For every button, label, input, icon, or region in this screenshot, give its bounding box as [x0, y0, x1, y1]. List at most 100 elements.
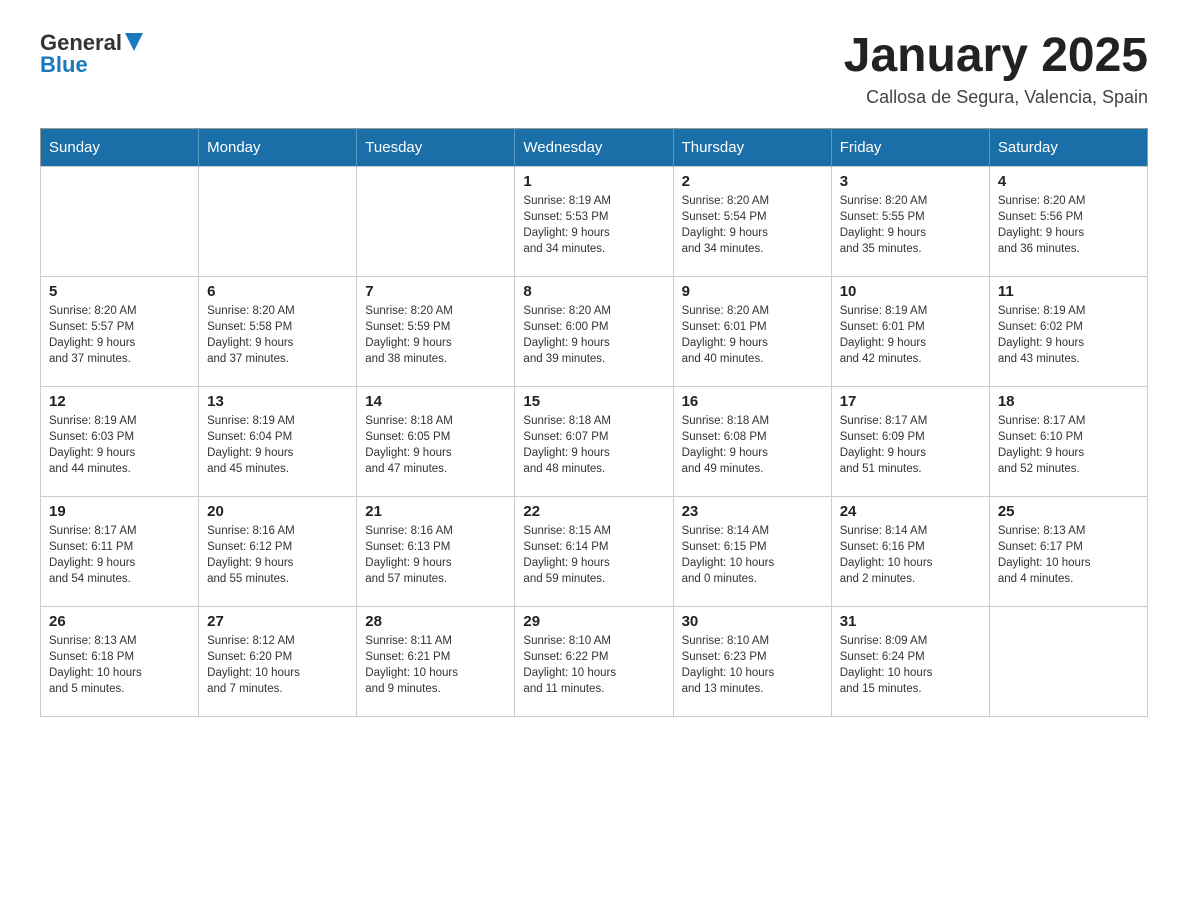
day-info: Sunrise: 8:18 AM Sunset: 6:05 PM Dayligh…	[365, 413, 506, 477]
month-title: January 2025	[844, 30, 1148, 83]
column-header-thursday: Thursday	[673, 128, 831, 166]
calendar-cell: 28 Sunrise: 8:11 AM Sunset: 6:21 PM Dayli…	[357, 606, 515, 716]
day-info: Sunrise: 8:14 AM Sunset: 6:16 PM Dayligh…	[840, 523, 981, 587]
day-info: Sunrise: 8:19 AM Sunset: 6:02 PM Dayligh…	[998, 303, 1139, 367]
day-number: 8	[523, 283, 664, 300]
title-section: January 2025 Callosa de Segura, Valencia…	[844, 30, 1148, 108]
calendar-cell: 23 Sunrise: 8:14 AM Sunset: 6:15 PM Dayli…	[673, 496, 831, 606]
day-info: Sunrise: 8:20 AM Sunset: 5:54 PM Dayligh…	[682, 193, 823, 257]
day-number: 30	[682, 613, 823, 630]
calendar-cell: 27 Sunrise: 8:12 AM Sunset: 6:20 PM Dayli…	[199, 606, 357, 716]
day-number: 21	[365, 503, 506, 520]
calendar-cell: 30 Sunrise: 8:10 AM Sunset: 6:23 PM Dayli…	[673, 606, 831, 716]
day-info: Sunrise: 8:19 AM Sunset: 6:04 PM Dayligh…	[207, 413, 348, 477]
day-number: 26	[49, 613, 190, 630]
calendar-cell: 6Sunrise: 8:20 AM Sunset: 5:58 PM Daylig…	[199, 276, 357, 386]
day-number: 29	[523, 613, 664, 630]
calendar-cell: 10 Sunrise: 8:19 AM Sunset: 6:01 PM Dayli…	[831, 276, 989, 386]
calendar-cell: 24 Sunrise: 8:14 AM Sunset: 6:16 PM Dayli…	[831, 496, 989, 606]
calendar-header-row: SundayMondayTuesdayWednesdayThursdayFrid…	[41, 128, 1148, 166]
day-number: 15	[523, 393, 664, 410]
calendar-week-row: 19 Sunrise: 8:17 AM Sunset: 6:11 PM Dayli…	[41, 496, 1148, 606]
day-number: 6	[207, 283, 348, 300]
day-number: 23	[682, 503, 823, 520]
day-number: 18	[998, 393, 1139, 410]
calendar-cell: 7 Sunrise: 8:20 AM Sunset: 5:59 PM Daylig…	[357, 276, 515, 386]
day-number: 10	[840, 283, 981, 300]
day-number: 27	[207, 613, 348, 630]
column-header-saturday: Saturday	[989, 128, 1147, 166]
calendar-cell: 20 Sunrise: 8:16 AM Sunset: 6:12 PM Dayli…	[199, 496, 357, 606]
day-info: Sunrise: 8:18 AM Sunset: 6:07 PM Dayligh…	[523, 413, 664, 477]
day-info: Sunrise: 8:17 AM Sunset: 6:11 PM Dayligh…	[49, 523, 190, 587]
calendar-cell: 2 Sunrise: 8:20 AM Sunset: 5:54 PM Daylig…	[673, 166, 831, 276]
day-number: 19	[49, 503, 190, 520]
day-number: 9	[682, 283, 823, 300]
day-info: Sunrise: 8:19 AM Sunset: 6:01 PM Dayligh…	[840, 303, 981, 367]
day-number: 25	[998, 503, 1139, 520]
day-number: 5	[49, 283, 190, 300]
day-info: Sunrise: 8:17 AM Sunset: 6:10 PM Dayligh…	[998, 413, 1139, 477]
calendar-cell: 31Sunrise: 8:09 AM Sunset: 6:24 PM Dayli…	[831, 606, 989, 716]
day-number: 24	[840, 503, 981, 520]
calendar-cell: 29 Sunrise: 8:10 AM Sunset: 6:22 PM Dayli…	[515, 606, 673, 716]
day-info: Sunrise: 8:12 AM Sunset: 6:20 PM Dayligh…	[207, 633, 348, 697]
day-info: Sunrise: 8:16 AM Sunset: 6:12 PM Dayligh…	[207, 523, 348, 587]
page-header: General Blue January 2025 Callosa de Seg…	[40, 30, 1148, 108]
calendar-table: SundayMondayTuesdayWednesdayThursdayFrid…	[40, 128, 1148, 717]
day-info: Sunrise: 8:18 AM Sunset: 6:08 PM Dayligh…	[682, 413, 823, 477]
day-info: Sunrise: 8:10 AM Sunset: 6:22 PM Dayligh…	[523, 633, 664, 697]
calendar-cell: 17 Sunrise: 8:17 AM Sunset: 6:09 PM Dayli…	[831, 386, 989, 496]
day-info: Sunrise: 8:20 AM Sunset: 5:57 PM Dayligh…	[49, 303, 190, 367]
column-header-sunday: Sunday	[41, 128, 199, 166]
day-info: Sunrise: 8:15 AM Sunset: 6:14 PM Dayligh…	[523, 523, 664, 587]
day-info: Sunrise: 8:20 AM Sunset: 6:01 PM Dayligh…	[682, 303, 823, 367]
calendar-cell: 9 Sunrise: 8:20 AM Sunset: 6:01 PM Daylig…	[673, 276, 831, 386]
calendar-cell: 12Sunrise: 8:19 AM Sunset: 6:03 PM Dayli…	[41, 386, 199, 496]
day-info: Sunrise: 8:13 AM Sunset: 6:17 PM Dayligh…	[998, 523, 1139, 587]
calendar-cell: 16 Sunrise: 8:18 AM Sunset: 6:08 PM Dayli…	[673, 386, 831, 496]
column-header-wednesday: Wednesday	[515, 128, 673, 166]
day-number: 4	[998, 173, 1139, 190]
column-header-monday: Monday	[199, 128, 357, 166]
column-header-friday: Friday	[831, 128, 989, 166]
calendar-cell: 22 Sunrise: 8:15 AM Sunset: 6:14 PM Dayli…	[515, 496, 673, 606]
column-header-tuesday: Tuesday	[357, 128, 515, 166]
day-number: 7	[365, 283, 506, 300]
day-number: 28	[365, 613, 506, 630]
day-info: Sunrise: 8:16 AM Sunset: 6:13 PM Dayligh…	[365, 523, 506, 587]
calendar-cell	[41, 166, 199, 276]
day-number: 12	[49, 393, 190, 410]
day-number: 11	[998, 283, 1139, 300]
calendar-week-row: 5 Sunrise: 8:20 AM Sunset: 5:57 PM Daylig…	[41, 276, 1148, 386]
calendar-cell: 3 Sunrise: 8:20 AM Sunset: 5:55 PM Daylig…	[831, 166, 989, 276]
day-number: 16	[682, 393, 823, 410]
calendar-cell: 19 Sunrise: 8:17 AM Sunset: 6:11 PM Dayli…	[41, 496, 199, 606]
day-number: 17	[840, 393, 981, 410]
calendar-cell	[199, 166, 357, 276]
day-info: Sunrise: 8:14 AM Sunset: 6:15 PM Dayligh…	[682, 523, 823, 587]
calendar-week-row: 12Sunrise: 8:19 AM Sunset: 6:03 PM Dayli…	[41, 386, 1148, 496]
day-number: 31	[840, 613, 981, 630]
calendar-cell: 1Sunrise: 8:19 AM Sunset: 5:53 PM Daylig…	[515, 166, 673, 276]
day-info: Sunrise: 8:17 AM Sunset: 6:09 PM Dayligh…	[840, 413, 981, 477]
day-info: Sunrise: 8:10 AM Sunset: 6:23 PM Dayligh…	[682, 633, 823, 697]
day-number: 2	[682, 173, 823, 190]
calendar-cell	[989, 606, 1147, 716]
day-info: Sunrise: 8:20 AM Sunset: 5:59 PM Dayligh…	[365, 303, 506, 367]
day-info: Sunrise: 8:20 AM Sunset: 5:56 PM Dayligh…	[998, 193, 1139, 257]
logo: General Blue	[40, 30, 143, 78]
day-number: 22	[523, 503, 664, 520]
day-info: Sunrise: 8:19 AM Sunset: 5:53 PM Dayligh…	[523, 193, 664, 257]
calendar-cell: 26Sunrise: 8:13 AM Sunset: 6:18 PM Dayli…	[41, 606, 199, 716]
day-info: Sunrise: 8:20 AM Sunset: 5:55 PM Dayligh…	[840, 193, 981, 257]
day-number: 14	[365, 393, 506, 410]
day-number: 3	[840, 173, 981, 190]
location: Callosa de Segura, Valencia, Spain	[844, 87, 1148, 108]
calendar-cell: 4 Sunrise: 8:20 AM Sunset: 5:56 PM Daylig…	[989, 166, 1147, 276]
day-info: Sunrise: 8:11 AM Sunset: 6:21 PM Dayligh…	[365, 633, 506, 697]
day-number: 20	[207, 503, 348, 520]
day-number: 13	[207, 393, 348, 410]
calendar-cell: 13 Sunrise: 8:19 AM Sunset: 6:04 PM Dayli…	[199, 386, 357, 496]
calendar-cell: 14 Sunrise: 8:18 AM Sunset: 6:05 PM Dayli…	[357, 386, 515, 496]
